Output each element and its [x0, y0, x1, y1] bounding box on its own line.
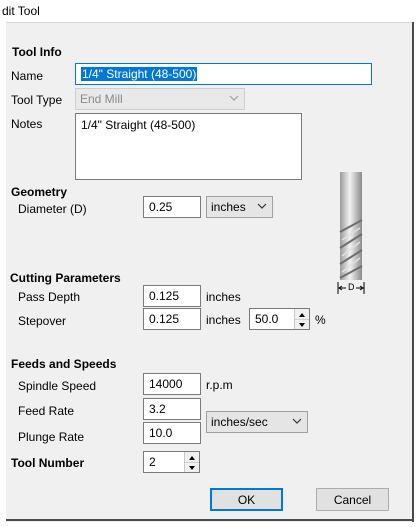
spin-down-icon[interactable] [295, 319, 309, 329]
cutting-parameters-header: Cutting Parameters [10, 271, 121, 285]
dropdown-arrow-icon [257, 200, 267, 215]
feeds-speeds-header: Feeds and Speeds [11, 357, 117, 371]
pass-depth-label: Pass Depth [18, 290, 81, 304]
tool-number-value: 2 [149, 455, 156, 469]
stepover-percent-value: 50.0 [255, 312, 279, 326]
dialog: dit Tool Tool Info Name 1/4" Straight (4… [0, 0, 420, 527]
plunge-rate-value: 10.0 [149, 426, 173, 440]
pass-depth-unit: inches [206, 290, 241, 304]
stepover-unit: inches [206, 313, 241, 327]
dropdown-arrow-icon [229, 92, 239, 107]
pass-depth-value: 0.125 [149, 289, 180, 303]
geometry-header: Geometry [11, 185, 68, 199]
name-input[interactable]: 1/4" Straight (48-500) [75, 63, 372, 85]
stepover-label: Stepover [18, 314, 67, 328]
name-input-value: 1/4" Straight (48-500) [81, 67, 198, 81]
end-mill-diagram: D [333, 170, 369, 298]
title-bar: dit Tool [0, 0, 420, 22]
rate-units-value: inches/sec [211, 415, 268, 429]
diameter-diagram-label: D [348, 282, 355, 292]
tool-number-spinner[interactable]: 2 [143, 451, 200, 473]
feed-rate-label: Feed Rate [18, 404, 75, 418]
diameter-input[interactable]: 0.25 [143, 196, 201, 218]
spindle-speed-value: 14000 [149, 377, 183, 391]
tool-info-header: Tool Info [12, 45, 62, 59]
diameter-units-value: inches [211, 200, 246, 214]
spindle-speed-label: Spindle Speed [18, 379, 97, 393]
ok-button[interactable]: OK [210, 488, 283, 511]
title-divider [6, 22, 412, 23]
tool-type-label: Tool Type [11, 93, 63, 107]
diameter-units-select[interactable]: inches [206, 196, 273, 218]
notes-textarea[interactable]: 1/4" Straight (48-500) [75, 113, 302, 180]
notes-label: Notes [11, 117, 43, 131]
pass-depth-input[interactable]: 0.125 [143, 285, 201, 307]
spinner-buttons [184, 452, 199, 472]
plunge-rate-input[interactable]: 10.0 [143, 422, 201, 444]
tool-type-select[interactable]: End Mill [75, 88, 245, 110]
spinner-buttons [294, 309, 309, 329]
tool-type-value: End Mill [80, 92, 123, 106]
notes-value: 1/4" Straight (48-500) [81, 118, 196, 132]
spin-down-icon[interactable] [185, 462, 199, 472]
spindle-speed-unit: r.p.m [206, 378, 233, 392]
tool-number-label: Tool Number [11, 456, 85, 470]
window-title: dit Tool [2, 4, 40, 18]
cancel-button[interactable]: Cancel [316, 488, 389, 511]
stepover-percent-spinner[interactable]: 50.0 [249, 308, 310, 330]
feed-rate-input[interactable]: 3.2 [143, 398, 201, 420]
plunge-rate-label: Plunge Rate [18, 430, 85, 444]
percent-sign: % [315, 313, 326, 327]
spindle-speed-input[interactable]: 14000 [143, 373, 201, 395]
dropdown-arrow-icon [292, 415, 302, 430]
name-label: Name [11, 69, 44, 83]
feed-rate-value: 3.2 [149, 402, 166, 416]
stepover-input[interactable]: 0.125 [143, 308, 201, 330]
diameter-value: 0.25 [149, 200, 173, 214]
rate-units-select[interactable]: inches/sec [206, 411, 308, 433]
diameter-label: Diameter (D) [18, 202, 87, 216]
stepover-value: 0.125 [149, 312, 180, 326]
